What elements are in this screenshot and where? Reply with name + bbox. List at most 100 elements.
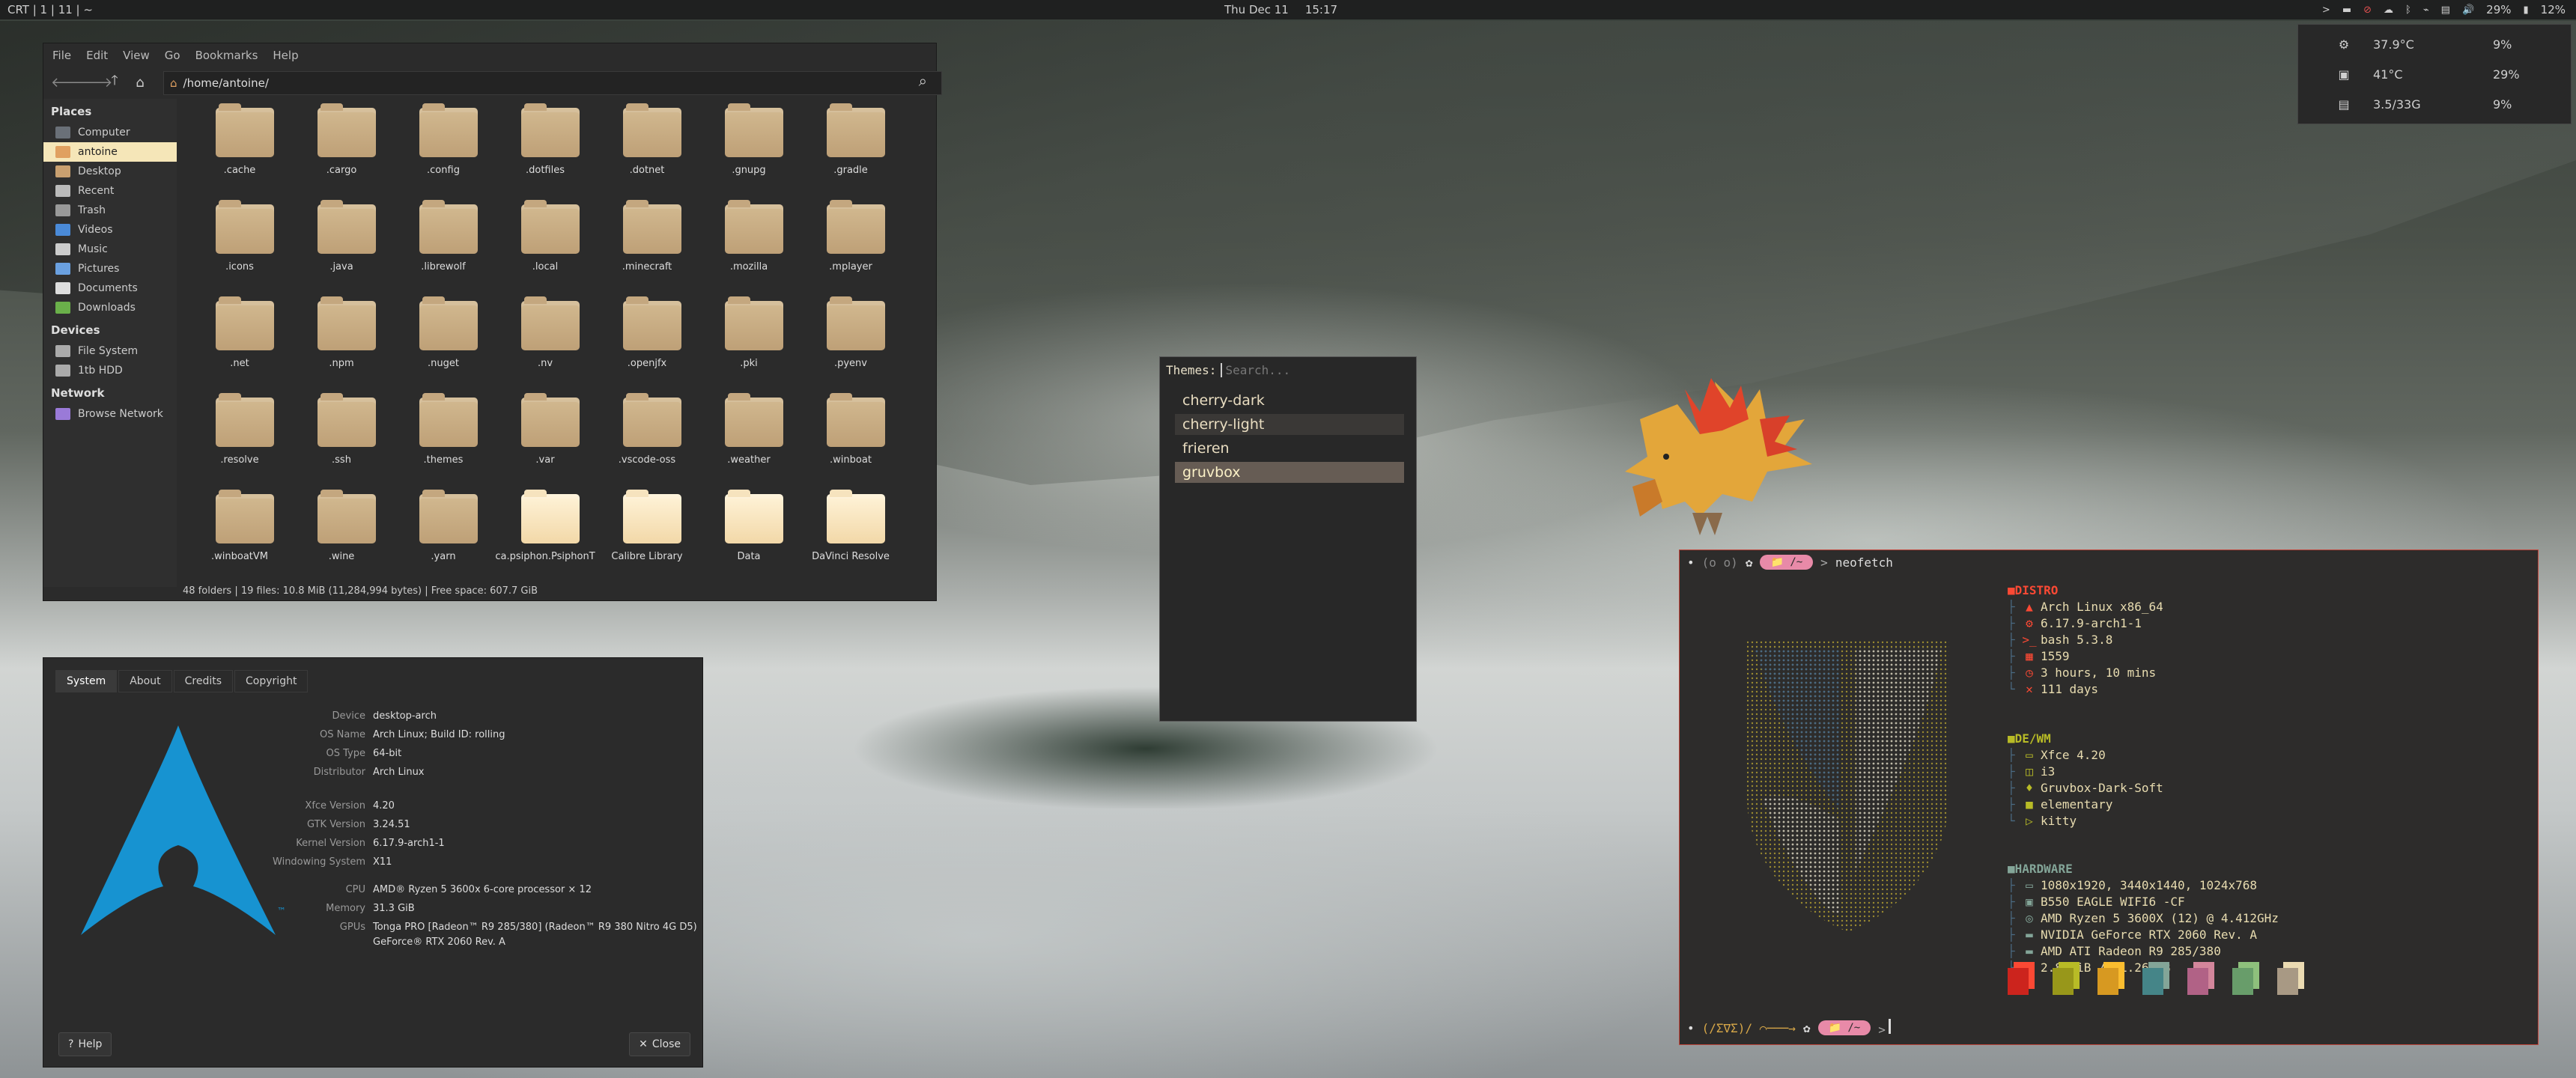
theme-item-gruvbox[interactable]: gruvbox bbox=[1175, 462, 1404, 483]
sidebar-item-desktop[interactable]: Desktop bbox=[43, 162, 177, 181]
sidebar-item-documents[interactable]: Documents bbox=[43, 278, 177, 298]
sidebar-item-music[interactable]: Music bbox=[43, 240, 177, 259]
sidebar-item-1tb-hdd[interactable]: 1tb HDD bbox=[43, 361, 177, 380]
folder-item[interactable]: .nuget bbox=[392, 292, 494, 388]
color-swatch bbox=[2008, 962, 2035, 995]
battery-level[interactable]: 12% bbox=[2541, 3, 2566, 16]
menu-item-go[interactable]: Go bbox=[165, 49, 180, 62]
location-bar[interactable]: ⌂ /home/antoine/ bbox=[163, 71, 942, 95]
folder-item[interactable]: .local bbox=[494, 195, 596, 291]
folder-item[interactable]: .npm bbox=[291, 292, 392, 388]
menu-item-help[interactable]: Help bbox=[273, 49, 298, 62]
help-button[interactable]: ? Help bbox=[58, 1032, 112, 1056]
sidebar-item-browse-network[interactable]: Browse Network bbox=[43, 404, 177, 424]
tray-cloud-icon[interactable]: ☁ bbox=[2384, 4, 2393, 16]
folder-item[interactable]: .net bbox=[189, 292, 291, 388]
search-icon[interactable]: ⌕ bbox=[919, 72, 927, 90]
folder-item[interactable]: .vscode-oss bbox=[596, 389, 698, 484]
tab-about[interactable]: About bbox=[118, 670, 172, 692]
sidebar-item-computer[interactable]: Computer bbox=[43, 123, 177, 142]
folder-item[interactable]: ca.psiphon.PsiphonT bbox=[494, 485, 596, 581]
theme-item-frieren[interactable]: frieren bbox=[1175, 438, 1404, 459]
sidebar-item-videos[interactable]: Videos bbox=[43, 220, 177, 240]
tab-credits[interactable]: Credits bbox=[173, 670, 234, 692]
sidebar-item-antoine[interactable]: antoine bbox=[43, 142, 177, 162]
theme-item-cherry-dark[interactable]: cherry-dark bbox=[1175, 390, 1404, 411]
folder-item[interactable]: .gnupg bbox=[698, 99, 800, 195]
menu-item-view[interactable]: View bbox=[123, 49, 150, 62]
folder-icon bbox=[216, 393, 274, 447]
shell-icon: >_ bbox=[2022, 632, 2037, 647]
folder-item[interactable]: .mplayer bbox=[800, 195, 902, 291]
folder-item[interactable]: .cache bbox=[189, 99, 291, 195]
forward-arrow-icon[interactable]: 🡒 bbox=[76, 75, 112, 91]
folder-name: .net bbox=[230, 358, 249, 369]
theme-item-cherry-light[interactable]: cherry-light bbox=[1175, 414, 1404, 435]
folder-item[interactable]: .java bbox=[291, 195, 392, 291]
tray-clipboard-icon[interactable]: ▤ bbox=[2441, 4, 2450, 16]
tray-app-icon[interactable]: ▬ bbox=[2342, 4, 2351, 16]
tray-network-icon[interactable]: ⌁ bbox=[2423, 4, 2429, 16]
sidebar-item-downloads[interactable]: Downloads bbox=[43, 298, 177, 317]
folder-name: .minecraft bbox=[622, 261, 672, 272]
close-button[interactable]: ✕ Close bbox=[629, 1032, 690, 1056]
sidebar-item-label: Browse Network bbox=[78, 408, 163, 420]
folder-name: .wine bbox=[328, 551, 355, 562]
help-label: Help bbox=[78, 1038, 103, 1050]
sidebar-item-pictures[interactable]: Pictures bbox=[43, 259, 177, 278]
folder-item[interactable]: .config bbox=[392, 99, 494, 195]
tab-system[interactable]: System bbox=[55, 670, 118, 692]
theme-search-input[interactable]: Search... bbox=[1221, 362, 1290, 377]
folder-item[interactable]: .var bbox=[494, 389, 596, 484]
tray-stop-icon[interactable]: ⊘ bbox=[2363, 4, 2372, 16]
folder-item[interactable]: .openjfx bbox=[596, 292, 698, 388]
folder-item[interactable]: .ssh bbox=[291, 389, 392, 484]
path-home-icon: ⌂ bbox=[170, 76, 177, 90]
terminal-window[interactable]: • (o o) ✿ 📁 /~ > neofetch ■ DISTRO ├ ▲ Arch… bbox=[1679, 549, 2539, 1045]
folder-item[interactable]: Data bbox=[698, 485, 800, 581]
workspace-indicator[interactable]: CRT | 1 | 11 | ~ bbox=[7, 0, 93, 19]
folder-item[interactable]: .weather bbox=[698, 389, 800, 484]
folder-item[interactable]: .librewolf bbox=[392, 195, 494, 291]
folder-item[interactable]: .icons bbox=[189, 195, 291, 291]
folder-item[interactable]: .yarn bbox=[392, 485, 494, 581]
volume-level[interactable]: 29% bbox=[2486, 3, 2511, 16]
folder-item[interactable]: .dotfiles bbox=[494, 99, 596, 195]
tray-bluetooth-icon[interactable]: ᛒ bbox=[2405, 4, 2411, 16]
location-path[interactable]: /home/antoine/ bbox=[183, 76, 269, 90]
clock[interactable]: Thu Dec 11 15:17 bbox=[1224, 0, 1337, 19]
folder-item[interactable]: .mozilla bbox=[698, 195, 800, 291]
menu-item-file[interactable]: File bbox=[52, 49, 71, 62]
folder-item[interactable]: .pki bbox=[698, 292, 800, 388]
folder-item[interactable]: .winboatVM bbox=[189, 485, 291, 581]
menu-item-edit[interactable]: Edit bbox=[86, 49, 108, 62]
info-row: Windowing System X11 bbox=[43, 856, 702, 874]
folder-item[interactable]: .dotnet bbox=[596, 99, 698, 195]
battery-icon[interactable]: ▮ bbox=[2524, 4, 2529, 16]
up-arrow-icon[interactable]: 🡑 bbox=[102, 71, 127, 94]
folder-item[interactable]: .resolve bbox=[189, 389, 291, 484]
tray-expand-icon[interactable]: > bbox=[2322, 4, 2330, 16]
sidebar-item-trash[interactable]: Trash bbox=[43, 201, 177, 220]
tree-branch: ├ bbox=[2008, 943, 2015, 958]
sidebar-item-recent[interactable]: Recent bbox=[43, 181, 177, 201]
neofetch-value: i3 bbox=[2041, 764, 2056, 779]
folder-item[interactable]: .gradle bbox=[800, 99, 902, 195]
volume-icon[interactable]: 🔊 bbox=[2462, 4, 2474, 16]
tab-copyright[interactable]: Copyright bbox=[234, 670, 309, 692]
neofetch-line: └ ✕ 111 days bbox=[2008, 680, 2163, 697]
folder-item[interactable]: Calibre Library bbox=[596, 485, 698, 581]
workspaces-text[interactable]: CRT | 1 | 11 | ~ bbox=[7, 3, 93, 16]
folder-item[interactable]: .wine bbox=[291, 485, 392, 581]
sidebar-item-file-system[interactable]: File System bbox=[43, 341, 177, 361]
menu-item-bookmarks[interactable]: Bookmarks bbox=[195, 49, 258, 62]
folder-item[interactable]: .pyenv bbox=[800, 292, 902, 388]
folder-item[interactable]: .winboat bbox=[800, 389, 902, 484]
folder-item[interactable]: .themes bbox=[392, 389, 494, 484]
folder-item[interactable]: .nv bbox=[494, 292, 596, 388]
home-icon[interactable]: ⌂ bbox=[127, 75, 153, 91]
back-arrow-icon[interactable]: 🡐 bbox=[51, 75, 87, 91]
folder-item[interactable]: .cargo bbox=[291, 99, 392, 195]
folder-item[interactable]: .minecraft bbox=[596, 195, 698, 291]
folder-item[interactable]: DaVinci Resolve bbox=[800, 485, 902, 581]
